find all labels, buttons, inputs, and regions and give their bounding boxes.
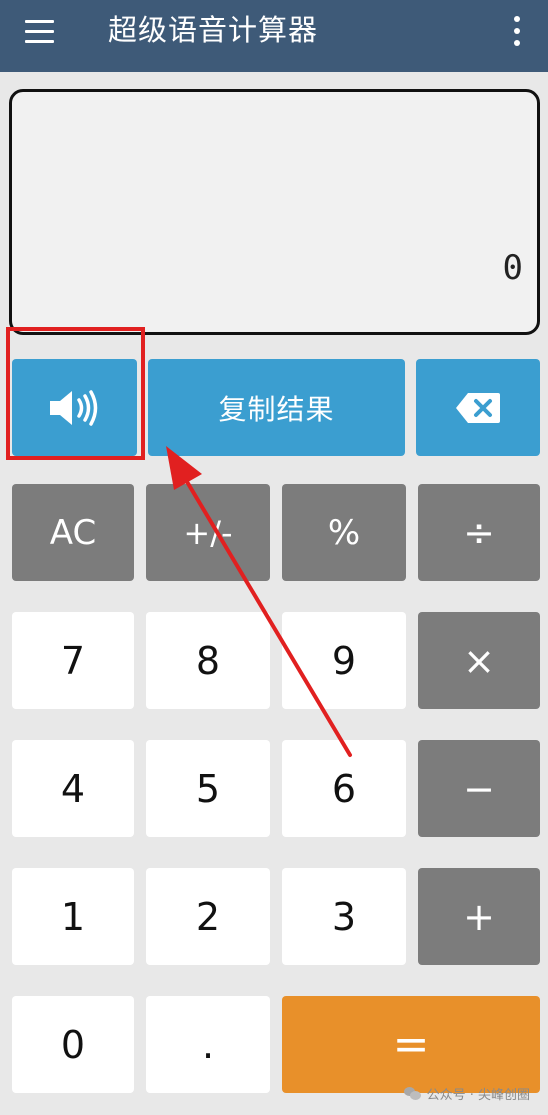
display-value: 0 <box>502 248 523 288</box>
app-bar: 超级语音计算器 <box>0 0 548 72</box>
digit-1-label: 1 <box>60 894 86 939</box>
percent-button[interactable]: % <box>282 484 406 581</box>
digit-8-label: 8 <box>195 638 221 683</box>
plus-label: + <box>463 894 495 939</box>
digit-4-button[interactable]: 4 <box>12 740 134 837</box>
watermark: 公众号 · 尖峰创圈 <box>403 1084 530 1103</box>
digit-8-button[interactable]: 8 <box>146 612 270 709</box>
result-display: 0 <box>9 89 540 335</box>
digit-2-button[interactable]: 2 <box>146 868 270 965</box>
equals-label: = <box>392 1018 430 1070</box>
divide-label: ÷ <box>463 510 495 555</box>
digit-6-button[interactable]: 6 <box>282 740 406 837</box>
percent-label: % <box>327 512 361 553</box>
multiply-button[interactable]: × <box>418 612 540 709</box>
copy-result-label: 复制结果 <box>218 392 335 426</box>
digit-5-button[interactable]: 5 <box>146 740 270 837</box>
copy-result-button[interactable]: 复制结果 <box>148 359 405 456</box>
digit-3-button[interactable]: 3 <box>282 868 406 965</box>
plus-button[interactable]: + <box>418 868 540 965</box>
decimal-point-label: . <box>201 1022 215 1067</box>
plus-minus-button[interactable]: +/- <box>146 484 270 581</box>
minus-button[interactable]: − <box>418 740 540 837</box>
digit-9-label: 9 <box>331 638 357 683</box>
minus-label: − <box>463 766 495 811</box>
multiply-label: × <box>463 638 495 683</box>
hamburger-menu-icon[interactable] <box>22 16 58 52</box>
digit-4-label: 4 <box>60 766 86 811</box>
equals-button[interactable]: = <box>282 996 540 1093</box>
divide-button[interactable]: ÷ <box>418 484 540 581</box>
digit-0-label: 0 <box>60 1022 86 1067</box>
backspace-icon <box>456 392 500 423</box>
digit-6-label: 6 <box>331 766 357 811</box>
decimal-point-button[interactable]: . <box>146 996 270 1093</box>
digit-7-label: 7 <box>60 638 86 683</box>
digit-5-label: 5 <box>195 766 221 811</box>
digit-9-button[interactable]: 9 <box>282 612 406 709</box>
digit-3-label: 3 <box>331 894 357 939</box>
all-clear-label: AC <box>49 512 97 553</box>
wechat-icon <box>403 1086 422 1101</box>
speaker-volume-icon <box>49 389 97 426</box>
digit-0-button[interactable]: 0 <box>12 996 134 1093</box>
digit-7-button[interactable]: 7 <box>12 612 134 709</box>
digit-2-label: 2 <box>195 894 221 939</box>
speaker-button[interactable] <box>12 359 137 456</box>
watermark-text: 公众号 · 尖峰创圈 <box>426 1088 530 1103</box>
plus-minus-label: +/- <box>183 513 233 552</box>
digit-1-button[interactable]: 1 <box>12 868 134 965</box>
all-clear-button[interactable]: AC <box>12 484 134 581</box>
backspace-button[interactable] <box>416 359 540 456</box>
app-title: 超级语音计算器 <box>108 13 319 47</box>
more-vertical-icon[interactable] <box>500 12 534 52</box>
